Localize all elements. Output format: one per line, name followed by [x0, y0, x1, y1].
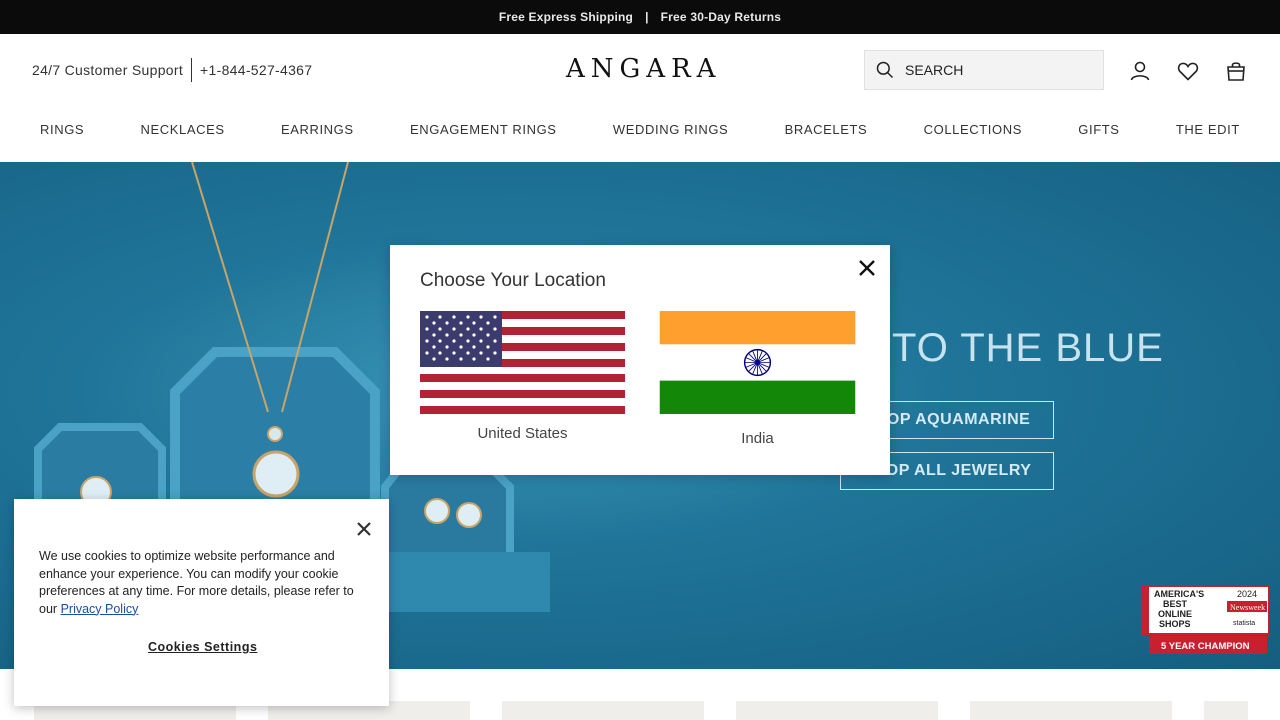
americas-best-online-shops-badge: AMERICA'S BEST ONLINE SHOPS 2024 Newswee…	[1141, 586, 1269, 654]
nav-earrings[interactable]: EARRINGS	[281, 122, 354, 146]
nav-necklaces[interactable]: NECKLACES	[140, 122, 224, 146]
badge-line1: AMERICA'S	[1154, 589, 1204, 599]
nav-the-edit[interactable]: THE EDIT	[1176, 122, 1240, 146]
badge-brand: Newsweek	[1230, 603, 1265, 612]
product-tile[interactable]	[1204, 701, 1248, 720]
support-divider	[191, 58, 193, 82]
us-location-label[interactable]: United States	[420, 425, 625, 442]
india-location-label[interactable]: India	[655, 430, 860, 447]
badge-year: 2024	[1237, 589, 1257, 599]
user-icon[interactable]	[1128, 59, 1152, 83]
location-modal: Choose Your Location United States India	[390, 245, 890, 475]
support-label: 24/7 Customer Support	[32, 62, 184, 78]
announcement-separator: |	[645, 10, 649, 24]
customer-support: 24/7 Customer Support +1-844-527-4367	[32, 58, 312, 82]
close-icon[interactable]	[857, 258, 877, 278]
nav-bracelets[interactable]: BRACELETS	[785, 122, 868, 146]
close-icon[interactable]	[356, 521, 372, 537]
brand-logo[interactable]: ANGARA	[566, 54, 721, 84]
announcement-bar: Free Express Shipping | Free 30-Day Retu…	[0, 0, 1280, 34]
badge-champion: 5 YEAR CHAMPION	[1161, 641, 1250, 652]
nav-gifts[interactable]: GIFTS	[1078, 122, 1119, 146]
nav-engagement-rings[interactable]: ENGAGEMENT RINGS	[410, 122, 557, 146]
hero-title: INTO THE BLUE	[850, 326, 1164, 370]
shipping-text[interactable]: Free Express Shipping	[499, 10, 633, 24]
cookie-banner: We use cookies to optimize website perfo…	[14, 499, 389, 706]
badge-line4: SHOPS	[1159, 619, 1191, 629]
support-phone[interactable]: +1-844-527-4367	[200, 62, 312, 78]
nav-rings[interactable]: RINGS	[40, 122, 84, 146]
privacy-policy-link[interactable]: Privacy Policy	[61, 602, 139, 616]
cookies-settings-button[interactable]: Cookies Settings	[148, 640, 257, 654]
nav-wedding-rings[interactable]: WEDDING RINGS	[613, 122, 728, 146]
india-flag-icon[interactable]	[655, 311, 860, 414]
nav-collections[interactable]: COLLECTIONS	[924, 122, 1022, 146]
search-icon[interactable]	[875, 60, 895, 80]
product-tile[interactable]	[736, 701, 938, 720]
us-flag-icon[interactable]	[420, 311, 625, 414]
modal-title: Choose Your Location	[420, 270, 606, 291]
cookie-message: We use cookies to optimize website perfo…	[39, 548, 374, 618]
badge-line3: ONLINE	[1158, 609, 1192, 619]
search-input[interactable]	[905, 62, 1085, 78]
product-tile[interactable]	[970, 701, 1172, 720]
badge-partner: statista	[1233, 620, 1255, 627]
heart-icon[interactable]	[1176, 59, 1200, 83]
site-header: 24/7 Customer Support +1-844-527-4367 AN…	[0, 34, 1280, 162]
bag-icon[interactable]	[1224, 59, 1248, 83]
search-box[interactable]	[864, 50, 1104, 90]
returns-text[interactable]: Free 30-Day Returns	[661, 10, 782, 24]
product-tile[interactable]	[502, 701, 704, 720]
main-navigation: RINGS NECKLACES EARRINGS ENGAGEMENT RING…	[0, 122, 1280, 146]
badge-line2: BEST	[1163, 599, 1188, 609]
